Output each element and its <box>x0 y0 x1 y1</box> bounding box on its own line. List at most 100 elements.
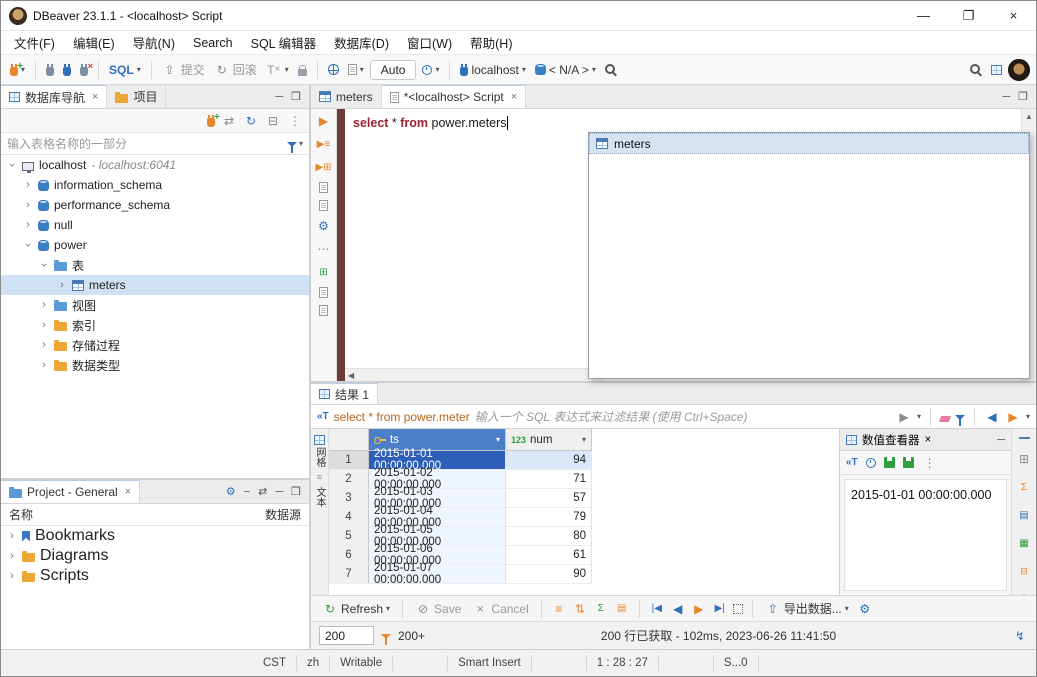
grouping-icon[interactable]: ≡ <box>551 601 567 617</box>
tree-item-meters[interactable]: › meters <box>1 275 309 295</box>
heap-status[interactable]: S...0 <box>714 655 759 671</box>
row-number[interactable]: 2 <box>329 470 369 489</box>
menu-window[interactable]: 窗口(W) <box>398 31 461 54</box>
tab-projects[interactable]: 项目 <box>107 85 166 108</box>
cancel-button[interactable]: ×Cancel <box>469 599 531 619</box>
expander-icon[interactable]: › <box>57 279 67 291</box>
link-icon[interactable]: ⇄ <box>258 485 267 498</box>
tab-meters[interactable]: meters <box>311 85 382 108</box>
lock-button[interactable] <box>295 62 310 78</box>
more-icon[interactable]: ⋮ <box>922 455 938 471</box>
new-connection-button[interactable]: +▾ <box>7 62 28 78</box>
minimize-panel-icon[interactable]: ─ <box>1002 91 1010 103</box>
cell-num[interactable]: 57 <box>506 489 592 508</box>
more-actions-icon[interactable]: ⋯ <box>316 241 332 257</box>
corner-cell[interactable] <box>329 429 369 451</box>
expander-icon[interactable]: › <box>39 299 49 311</box>
tree-item-datatypes-folder[interactable]: › 数据类型 <box>1 355 309 375</box>
history-button[interactable]: ▾ <box>419 63 442 77</box>
disconnect-button[interactable]: × <box>77 62 91 78</box>
connection-selector[interactable]: localhost▾ <box>457 61 528 79</box>
tree-item-localhost[interactable]: › localhost - localhost:6041 <box>1 155 309 175</box>
project-item-diagrams[interactable]: › Diagrams <box>1 546 309 566</box>
refresh-tree-icon[interactable]: ↻ <box>243 113 259 129</box>
table-row[interactable]: 7 2015-01-07 00:00:00.000 90 <box>329 565 839 584</box>
network-button[interactable] <box>325 62 342 77</box>
cell-ts[interactable]: 2015-01-07 00:00:00.000 <box>369 565 506 584</box>
expander-icon[interactable]: › <box>39 319 49 331</box>
export-script-icon[interactable]: ⊞ <box>316 264 332 280</box>
value-viewer-tab-label[interactable]: 数值查看器 <box>862 432 920 448</box>
aggregate-icon[interactable]: Σ <box>593 601 609 617</box>
tab-localhost-script[interactable]: *<localhost> Script × <box>382 85 527 108</box>
expander-icon[interactable]: › <box>7 550 17 562</box>
tree-item-views-folder[interactable]: › 视图 <box>1 295 309 315</box>
settings-gear-icon[interactable]: ⚙ <box>316 218 332 234</box>
row-number[interactable]: 3 <box>329 489 369 508</box>
fetch-more-label[interactable]: 200+ <box>398 629 425 643</box>
fetch-all-icon[interactable]: ↯ <box>1012 628 1028 644</box>
editor-hscrollbar[interactable]: ◀ <box>345 368 605 381</box>
autocommit-combo[interactable]: Auto <box>370 60 417 80</box>
statement-icon[interactable] <box>319 200 328 211</box>
cell-num[interactable]: 71 <box>506 470 592 489</box>
save-script-icon[interactable] <box>319 305 328 316</box>
text-view-icon[interactable]: ≡ <box>312 469 328 485</box>
refresh-button[interactable]: ↻Refresh▾ <box>319 599 393 619</box>
maximize-panel-icon[interactable]: ❐ <box>1018 90 1028 103</box>
text-view-label[interactable]: 文本 <box>314 487 325 507</box>
close-button[interactable]: × <box>991 1 1036 30</box>
settings-gear-icon[interactable]: ⚙ <box>226 485 236 498</box>
writable-status[interactable]: Writable <box>330 655 393 671</box>
row-number[interactable]: 5 <box>329 527 369 546</box>
value-panel-icon[interactable] <box>1019 437 1030 439</box>
cell-num[interactable]: 80 <box>506 527 592 546</box>
grid-view-label[interactable]: 网格 <box>314 447 325 467</box>
close-icon[interactable]: × <box>125 486 131 498</box>
project-item-bookmarks[interactable]: › Bookmarks <box>1 526 309 546</box>
dbeaver-community-icon[interactable] <box>1008 59 1030 81</box>
filter-icon[interactable] <box>955 415 965 420</box>
menu-help[interactable]: 帮助(H) <box>461 31 521 54</box>
maximize-panel-icon[interactable]: ❐ <box>291 90 301 103</box>
connect-button[interactable] <box>43 62 57 78</box>
maximize-button[interactable]: ❐ <box>946 1 991 30</box>
explain-plan-icon[interactable] <box>319 182 328 193</box>
minimize-panel-icon[interactable]: ─ <box>275 486 283 498</box>
tree-item-power[interactable]: › power <box>1 235 309 255</box>
save-all-values-icon[interactable] <box>903 457 914 468</box>
previous-row-icon[interactable]: ◀ <box>670 601 686 617</box>
aggregate-panel-icon[interactable]: Σ <box>1016 479 1032 495</box>
export-data-button[interactable]: ⇧导出数据...▾ <box>762 598 852 619</box>
filter-icon[interactable] <box>287 142 297 147</box>
menu-database[interactable]: 数据库(D) <box>325 31 398 54</box>
results-settings-gear-icon[interactable]: ⚙ <box>857 601 873 617</box>
tree-item-information-schema[interactable]: › information_schema <box>1 175 309 195</box>
collapse-icon[interactable]: − <box>244 486 250 498</box>
transaction-mode-button[interactable]: T×▾ <box>263 60 292 80</box>
tree-item-performance-schema[interactable]: › performance_schema <box>1 195 309 215</box>
clear-filter-icon[interactable] <box>939 416 951 422</box>
execute-new-tab-icon[interactable]: ▶⊞ <box>316 159 332 175</box>
expander-icon[interactable]: › <box>38 260 50 270</box>
close-icon[interactable]: × <box>511 91 517 103</box>
insert-mode-status[interactable]: Smart Insert <box>448 655 532 671</box>
next-row-icon[interactable]: ▶ <box>691 601 707 617</box>
references-panel-icon[interactable]: ▦ <box>1016 535 1032 551</box>
expander-icon[interactable]: › <box>23 199 33 211</box>
filter-placeholder-text[interactable]: 输入一个 SQL 表达式来过滤结果 (使用 Ctrl+Space) <box>475 408 748 425</box>
global-search-button[interactable] <box>967 62 985 78</box>
minimize-panel-icon[interactable]: ─ <box>997 434 1005 446</box>
tree-item-null[interactable]: › null <box>1 215 309 235</box>
apply-filter-icon[interactable]: ▶ <box>896 409 912 425</box>
expander-icon[interactable]: › <box>23 219 33 231</box>
open-script-icon[interactable] <box>319 287 328 298</box>
clock-icon[interactable] <box>866 458 876 468</box>
perspective-button[interactable] <box>988 63 1005 77</box>
close-icon[interactable]: × <box>925 434 932 446</box>
reconnect-button[interactable] <box>60 62 74 78</box>
expander-icon[interactable]: › <box>22 240 34 250</box>
filter-context-text[interactable]: select * from power.meter <box>334 410 470 424</box>
fetch-filter-icon[interactable] <box>381 634 391 639</box>
history-back-icon[interactable]: ◀ <box>984 409 1000 425</box>
